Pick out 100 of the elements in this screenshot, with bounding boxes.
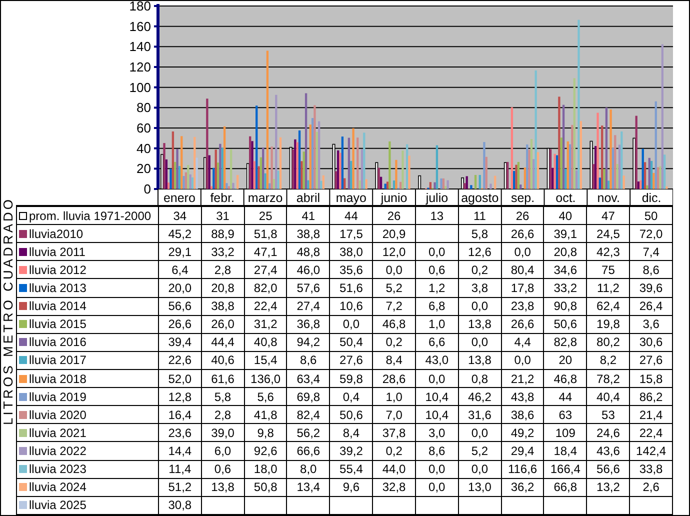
series-label: lluvia 2011 xyxy=(29,244,86,259)
table-cell: 22,4 xyxy=(630,424,672,442)
table-cell: 15,8 xyxy=(630,369,672,388)
table-cell: 39,1 xyxy=(544,224,587,243)
table-cell: 3,6 xyxy=(630,315,672,334)
table-cell: 59,8 xyxy=(330,369,373,388)
table-cell: 13 xyxy=(415,206,458,225)
table-cell: 40 xyxy=(544,206,587,225)
table-cell: 13,8 xyxy=(201,478,244,496)
table-cell: 6,6 xyxy=(415,333,458,352)
table-cell: 57,6 xyxy=(286,278,330,298)
table-cell: 18,0 xyxy=(244,460,287,478)
table-cell: 39,2 xyxy=(330,442,373,460)
table-cell: 38,0 xyxy=(330,242,373,261)
table-cell: 44,4 xyxy=(201,333,244,352)
table-cell: 17,8 xyxy=(501,278,544,298)
table-cell: 8,4 xyxy=(330,424,373,442)
table-cell: 13,8 xyxy=(458,315,502,334)
table-cell: 10,4 xyxy=(415,406,458,424)
table-cell: 80,4 xyxy=(501,260,544,279)
table-cell: 3,0 xyxy=(415,424,458,442)
series-label: lluvia 2024 xyxy=(29,480,86,494)
table-cell: 26 xyxy=(372,206,416,225)
axis-label: 80 xyxy=(136,100,151,116)
table-cell: 38,6 xyxy=(501,406,544,424)
table-cell: 13,8 xyxy=(458,351,502,370)
table-cell: 69,8 xyxy=(286,388,330,406)
table-cell: 35,6 xyxy=(330,260,373,279)
month-label: sep. xyxy=(510,191,535,205)
table-cell: 0,0 xyxy=(415,369,458,388)
table-cell: 30,6 xyxy=(630,333,672,352)
table-cell: 56,2 xyxy=(286,424,330,442)
table-cell: 26,4 xyxy=(630,297,672,316)
table-cell: 8,6 xyxy=(415,442,458,460)
table-cell: 31 xyxy=(201,206,244,225)
table-cell: 37,8 xyxy=(372,424,416,442)
month-label: oct. xyxy=(556,191,576,205)
table-cell: 26,6 xyxy=(501,224,544,243)
table-cell: 9,8 xyxy=(244,424,287,442)
table-cell: 2,8 xyxy=(201,406,244,424)
table-cell: 109 xyxy=(544,424,587,442)
table-cell: 56,6 xyxy=(158,297,202,316)
table-cell: 8,4 xyxy=(372,351,416,370)
table-cell: 0,0 xyxy=(458,424,502,442)
axis-label: 60 xyxy=(136,120,151,136)
series-label: lluvia 2018 xyxy=(29,372,86,386)
table-cell: 0,0 xyxy=(415,242,458,261)
table-cell: 43,0 xyxy=(415,351,458,370)
table-cell: 5,6 xyxy=(244,388,287,406)
table-cell: 17,5 xyxy=(330,224,373,243)
table-cell: 43,8 xyxy=(501,388,544,406)
table-cell: 38,8 xyxy=(201,297,244,316)
table-cell: 8,6 xyxy=(286,351,330,370)
table-cell: 8,0 xyxy=(286,460,330,478)
table-cell: 44 xyxy=(544,388,587,406)
table-cell: 7,4 xyxy=(630,242,672,261)
table-cell: 10,6 xyxy=(330,297,373,316)
table-cell: 29,4 xyxy=(501,442,544,460)
table-cell: 90,8 xyxy=(544,297,587,316)
table-cell: 50 xyxy=(630,206,672,225)
table-cell: 11,4 xyxy=(158,460,202,478)
table-cell: 92,6 xyxy=(244,442,287,460)
table-cell: 10,4 xyxy=(415,388,458,406)
table-cell: 63,4 xyxy=(286,369,330,388)
table-cell: 11,2 xyxy=(586,278,630,298)
axis-label: 40 xyxy=(136,140,151,156)
table-cell: 63 xyxy=(544,406,587,424)
table-cell: 0,0 xyxy=(458,297,502,316)
table-cell: 16,4 xyxy=(158,406,202,424)
series-label: lluvia 2019 xyxy=(29,390,86,404)
table-cell: 62,4 xyxy=(586,297,630,316)
month-label: agosto xyxy=(461,191,499,205)
table-cell: 66,8 xyxy=(544,478,587,496)
table-cell: 19,8 xyxy=(586,315,630,334)
table-cell: 46,8 xyxy=(544,369,587,388)
axis-label: 120 xyxy=(129,60,151,74)
table-cell: 8,2 xyxy=(586,351,630,370)
table-cell: 142,4 xyxy=(630,442,672,460)
table-cell: 56,6 xyxy=(586,460,630,478)
table-cell: 21,4 xyxy=(630,406,672,424)
table-cell: 82,4 xyxy=(286,406,330,424)
table-cell: 34,6 xyxy=(544,260,587,279)
table-cell: 50,6 xyxy=(544,315,587,334)
table-cell: 12,0 xyxy=(372,242,416,261)
table-cell: 5,8 xyxy=(201,388,244,406)
table-cell: 20,8 xyxy=(201,278,244,298)
table-cell: 26,6 xyxy=(158,315,202,334)
month-label: enero xyxy=(163,191,196,205)
axis-label: 180 xyxy=(129,1,151,14)
table-cell: 5,2 xyxy=(458,442,502,460)
table-cell: 20,0 xyxy=(158,278,202,298)
table-cell: 38,8 xyxy=(286,224,330,243)
month-label: julio xyxy=(426,191,448,205)
table-cell: 0,0 xyxy=(458,333,502,352)
table-cell: 94,2 xyxy=(286,333,330,352)
table-cell: 0,0 xyxy=(501,351,544,370)
table-cell: 1,0 xyxy=(372,388,416,406)
table-cell: 55,4 xyxy=(330,460,373,478)
table-cell: 82,0 xyxy=(244,278,287,298)
table-cell: 43,6 xyxy=(586,442,630,460)
